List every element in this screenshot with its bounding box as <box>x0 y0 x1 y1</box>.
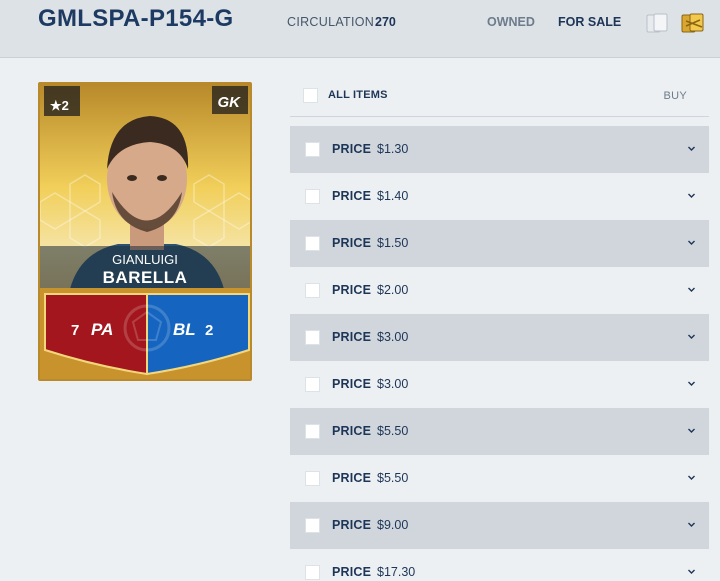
circulation-value: 270 <box>375 15 396 29</box>
row-checkbox[interactable] <box>305 471 320 486</box>
chevron-down-icon[interactable] <box>687 332 696 341</box>
listing-row[interactable]: PRICE $5.50 <box>290 455 709 502</box>
listing-row[interactable]: PRICE $2.00 <box>290 267 709 314</box>
price-value: $1.50 <box>377 236 409 250</box>
price-value: $3.00 <box>377 330 409 344</box>
listing-header: ALL ITEMS BUY <box>290 80 709 117</box>
row-checkbox[interactable] <box>305 142 320 157</box>
circulation-label: CIRCULATION <box>287 15 375 29</box>
price-label: PRICE <box>332 189 372 203</box>
chevron-down-icon[interactable] <box>687 473 696 482</box>
price-value: $9.00 <box>377 518 409 532</box>
listing-row[interactable]: PRICE $3.00 <box>290 314 709 361</box>
card-first-name: GIANLUIGI <box>112 252 178 267</box>
price-value: $5.50 <box>377 471 409 485</box>
buy-button[interactable]: BUY <box>663 90 687 102</box>
listing-row[interactable]: PRICE $1.50 <box>290 220 709 267</box>
chevron-down-icon[interactable] <box>687 379 696 388</box>
page-header: GMLSPA-P154-G CIRCULATION 270 OWNED FOR … <box>0 0 720 58</box>
row-checkbox[interactable] <box>305 236 320 251</box>
chevron-down-icon[interactable] <box>687 238 696 247</box>
row-checkbox[interactable] <box>305 189 320 204</box>
player-card[interactable]: ★2 GK GIANLUIGI BARELLA 7 PA BL 2 <box>38 82 252 381</box>
stat-left-label: PA <box>91 320 114 339</box>
price-label: PRICE <box>332 424 372 438</box>
listing-row[interactable]: PRICE $1.40 <box>290 173 709 220</box>
gold-cards-icon[interactable] <box>680 11 708 35</box>
price-label: PRICE <box>332 330 372 344</box>
price-value: $1.40 <box>377 189 409 203</box>
card-position: GK <box>217 94 241 111</box>
price-label: PRICE <box>332 283 372 297</box>
chevron-down-icon[interactable] <box>687 567 696 576</box>
price-label: PRICE <box>332 142 372 156</box>
card-star-rating: ★2 <box>50 98 69 113</box>
stat-right-label: BL <box>173 320 196 339</box>
row-checkbox[interactable] <box>305 283 320 298</box>
tab-owned[interactable]: OWNED <box>487 15 535 29</box>
all-items-label: ALL ITEMS <box>328 89 388 101</box>
price-label: PRICE <box>332 236 372 250</box>
chevron-down-icon[interactable] <box>687 144 696 153</box>
chevron-down-icon[interactable] <box>687 426 696 435</box>
listing-row[interactable]: PRICE $3.00 <box>290 361 709 408</box>
listing-row[interactable]: PRICE $1.30 <box>290 126 709 173</box>
stat-right-value: 2 <box>205 322 214 339</box>
price-value: $3.00 <box>377 377 409 391</box>
row-checkbox[interactable] <box>305 330 320 345</box>
price-label: PRICE <box>332 377 372 391</box>
price-label: PRICE <box>332 518 372 532</box>
stat-left-value: 7 <box>71 322 80 339</box>
price-value: $17.30 <box>377 565 416 579</box>
price-value: $2.00 <box>377 283 409 297</box>
chevron-down-icon[interactable] <box>687 191 696 200</box>
tab-for-sale[interactable]: FOR SALE <box>558 15 621 29</box>
row-checkbox[interactable] <box>305 518 320 533</box>
chevron-down-icon[interactable] <box>687 285 696 294</box>
listing-row[interactable]: PRICE $9.00 <box>290 502 709 549</box>
row-checkbox[interactable] <box>305 377 320 392</box>
cards-stack-icon[interactable] <box>645 12 671 34</box>
chevron-down-icon[interactable] <box>687 520 696 529</box>
listing-row[interactable]: PRICE $5.50 <box>290 408 709 455</box>
price-value: $1.30 <box>377 142 409 156</box>
price-value: $5.50 <box>377 424 409 438</box>
price-label: PRICE <box>332 471 372 485</box>
card-last-name: BARELLA <box>102 268 188 287</box>
all-items-checkbox[interactable] <box>303 88 318 103</box>
row-checkbox[interactable] <box>305 424 320 439</box>
listing-row[interactable]: PRICE $17.30 <box>290 549 709 581</box>
row-checkbox[interactable] <box>305 565 320 580</box>
price-label: PRICE <box>332 565 372 579</box>
page-title: GMLSPA-P154-G <box>38 5 234 32</box>
